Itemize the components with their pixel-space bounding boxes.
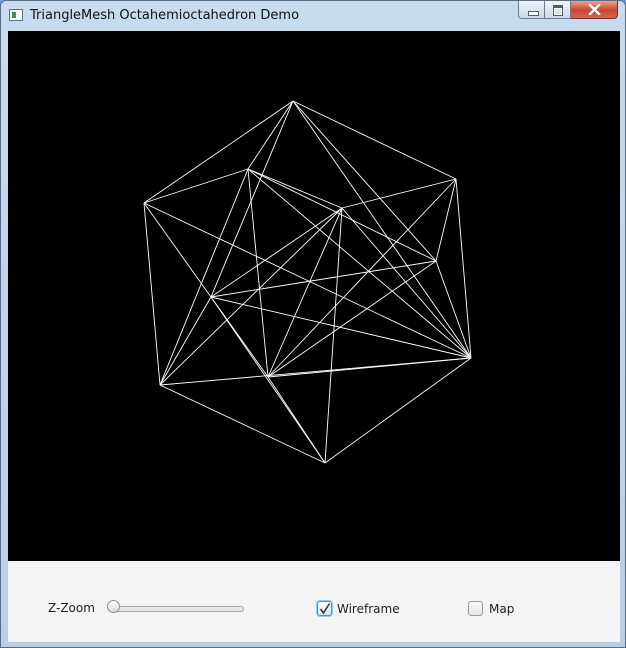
wireframe-label[interactable]: Wireframe: [337, 602, 400, 616]
wire-edge: [143, 168, 249, 204]
app-window-icon[interactable]: [9, 9, 23, 21]
map-label[interactable]: Map: [489, 602, 514, 616]
app-window: TriangleMesh Octahemioctahedron Demo Z-Z…: [0, 0, 626, 648]
wire-edge: [247, 100, 294, 170]
map-checkbox[interactable]: [468, 601, 483, 616]
wire-edge: [159, 296, 212, 386]
wire-edge: [292, 100, 457, 180]
wire-edge: [210, 260, 437, 298]
wire-edge: [267, 357, 472, 378]
client-area: Z-Zoom Wireframe Map: [8, 31, 620, 642]
wire-edge: [247, 168, 269, 378]
z-zoom-slider-track[interactable]: [112, 606, 244, 612]
minimize-button[interactable]: [518, 1, 545, 19]
wire-edge: [143, 202, 269, 378]
close-button[interactable]: [571, 1, 618, 19]
z-zoom-label: Z-Zoom: [48, 601, 95, 615]
3d-viewport[interactable]: [8, 31, 620, 561]
z-zoom-slider-thumb[interactable]: [107, 600, 120, 613]
wire-edge: [159, 168, 249, 386]
wire-edge: [159, 384, 326, 464]
wire-edge: [455, 178, 472, 359]
title-bar[interactable]: TriangleMesh Octahemioctahedron Demo: [1, 1, 625, 31]
checkmark-icon: [319, 603, 331, 615]
wire-edge: [210, 296, 326, 464]
wire-edge: [267, 376, 326, 464]
wire-edge: [341, 178, 457, 209]
close-icon: [588, 4, 601, 15]
maximize-button[interactable]: [545, 1, 571, 19]
wire-edge: [210, 296, 472, 359]
octahemioctahedron-wireframe: [143, 100, 472, 464]
caption-buttons: [518, 1, 618, 20]
wire-edge: [267, 178, 457, 378]
wire-edge: [435, 178, 457, 262]
wireframe-checkbox[interactable]: [317, 601, 332, 616]
wire-edge: [247, 168, 437, 262]
window-title: TriangleMesh Octahemioctahedron Demo: [30, 8, 300, 23]
wire-edge: [292, 100, 437, 262]
wire-edge: [143, 202, 161, 386]
wire-edge: [324, 357, 472, 464]
wire-edge: [159, 207, 343, 386]
controls-panel: Z-Zoom Wireframe Map: [8, 561, 620, 642]
